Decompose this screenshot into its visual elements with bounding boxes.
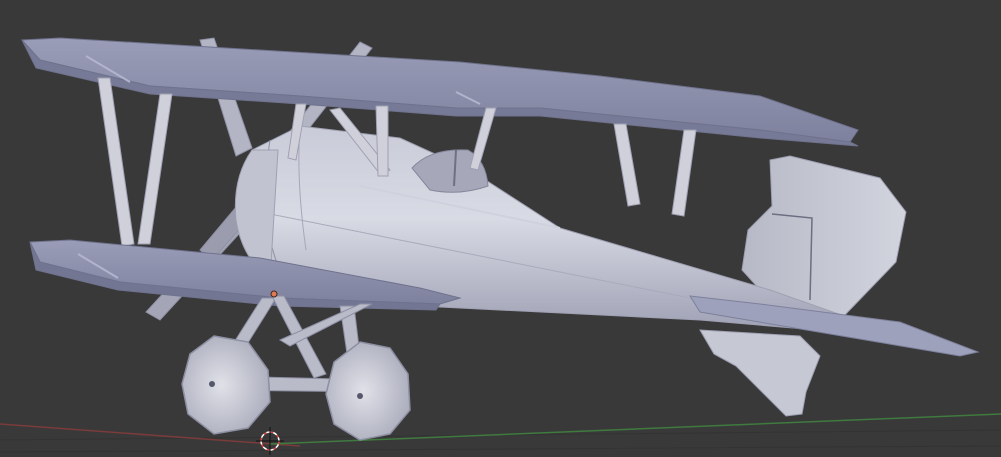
object-origin-marker[interactable] [270, 290, 278, 298]
3d-viewport[interactable] [0, 0, 1001, 457]
viewport-scene[interactable] [0, 0, 1001, 457]
